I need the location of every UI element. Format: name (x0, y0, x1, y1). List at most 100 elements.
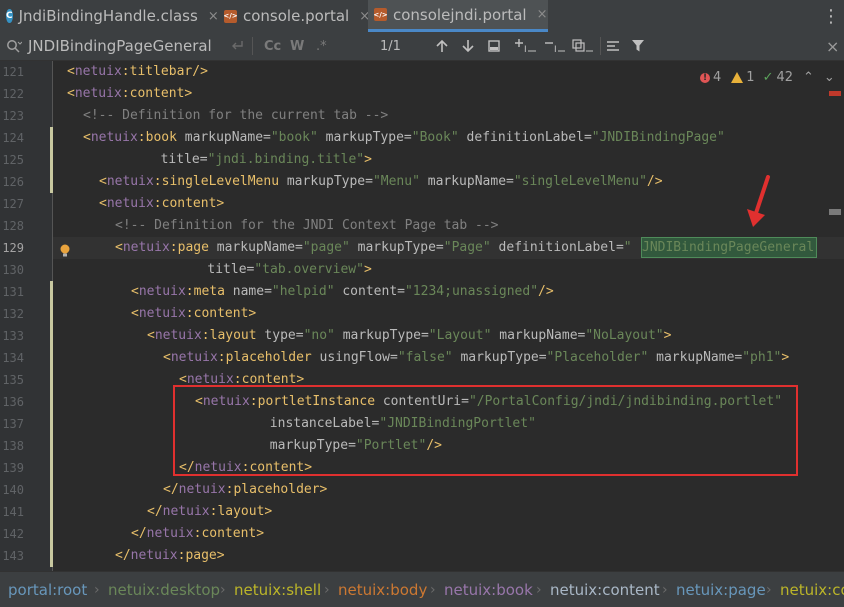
portal-file-icon: </> (373, 8, 388, 21)
code-token: content= (342, 284, 405, 299)
new-line-icon[interactable] (230, 32, 244, 60)
close-icon[interactable]: × (537, 7, 548, 22)
divider (252, 37, 253, 55)
code-line: <netuix:content> (67, 83, 192, 105)
search-input[interactable]: JNDIBindingPageGeneral (28, 32, 212, 60)
code-token: "Menu" (372, 174, 428, 189)
code-token: :singleLevelMenu (153, 174, 287, 189)
breadcrumb-item[interactable]: netuix:body (338, 572, 427, 607)
add-occurrence-icon[interactable]: I (514, 32, 538, 60)
tab-jndibindinghandle[interactable]: C JndiBindingHandle.class × (6, 0, 219, 32)
line-number: 133 (2, 329, 24, 343)
tab-console-portal[interactable]: </> console.portal × (223, 0, 370, 32)
code-token: "JNDIBindingPage" (591, 130, 725, 145)
code-token: :page (169, 240, 217, 255)
code-token: < (67, 86, 75, 101)
line-number: 142 (2, 527, 24, 541)
editor-tab-bar: C JndiBindingHandle.class × </> console.… (0, 0, 844, 33)
fold-guides (62, 65, 66, 565)
scrollbar-thumb[interactable] (829, 209, 841, 215)
inspection-widget[interactable]: ! 4 1 ✓ 42 ⌃ ⌄ (700, 70, 835, 85)
error-stripe-marker (829, 91, 841, 96)
code-token: :book (137, 130, 185, 145)
code-token: " (623, 240, 632, 255)
search-icon[interactable] (6, 32, 22, 60)
code-token: netuix (162, 504, 210, 519)
line-number: 127 (2, 197, 24, 211)
code-line: <netuix:content> (99, 193, 224, 215)
whole-word-toggle[interactable]: W (290, 32, 304, 60)
code-token: markupName= (427, 174, 514, 189)
code-token: "Layout" (428, 328, 500, 343)
code-token: netuix (122, 240, 170, 255)
annotation-arrow (747, 175, 770, 227)
filter-results-icon[interactable] (606, 32, 620, 60)
filter-icon[interactable] (632, 32, 644, 60)
line-number: 130 (2, 263, 24, 277)
code-token: < (99, 196, 107, 211)
close-find-icon[interactable]: × (826, 32, 839, 60)
tab-label: JndiBindingHandle.class (18, 7, 198, 25)
chevron-down-icon[interactable]: ⌄ (824, 70, 835, 85)
svg-text:I: I (554, 45, 557, 53)
code-token: :layout (201, 328, 265, 343)
code-token: </ (147, 504, 163, 519)
code-token: netuix (130, 548, 178, 563)
code-token: netuix (138, 306, 186, 321)
line-number: 135 (2, 373, 24, 387)
breadcrumb-item[interactable]: netuix:co (780, 572, 844, 607)
code-token: :titlebar/> (121, 64, 208, 79)
code-line: </netuix:content> (131, 523, 264, 545)
regex-toggle[interactable]: .* (316, 32, 327, 60)
close-icon[interactable]: × (208, 9, 219, 24)
code-token: <!-- Definition for the current tab --> (83, 108, 389, 123)
breadcrumb-item[interactable]: netuix:content (550, 572, 660, 607)
find-bar: JNDIBindingPageGeneral Cc W .* 1/1 I I × (0, 32, 844, 61)
code-token: netuix (138, 284, 186, 299)
code-token: netuix (90, 130, 138, 145)
chevron-up-icon[interactable]: ⌃ (803, 70, 814, 85)
match-case-toggle[interactable]: Cc (264, 32, 281, 60)
error-count: 4 (713, 70, 722, 85)
breadcrumb-separator: › (324, 581, 330, 598)
lightbulb-icon[interactable] (59, 243, 71, 262)
code-token: "false" (397, 350, 461, 365)
code-line: <!-- Definition for the current tab --> (83, 105, 388, 127)
line-number: 123 (2, 109, 24, 123)
code-token: "Book" (411, 130, 467, 145)
breadcrumb-item[interactable]: netuix:book (444, 572, 533, 607)
find-in-window-icon[interactable] (488, 32, 500, 60)
tab-consolejndi-portal[interactable]: </> consolejndi.portal × (368, 0, 548, 32)
breadcrumb-item[interactable]: netuix:page (676, 572, 766, 607)
code-token: < (131, 306, 139, 321)
code-token: "ph1" (742, 350, 782, 365)
code-line: title="tab.overview"> (207, 259, 371, 281)
line-number: 121 (2, 65, 24, 79)
breadcrumb-separator: › (766, 581, 772, 598)
code-line: <netuix:content> (131, 303, 256, 325)
remove-occurrence-icon[interactable]: I (544, 32, 566, 60)
code-token: </ (115, 548, 131, 563)
breadcrumb-item[interactable]: netuix:desktop (108, 572, 220, 607)
tab-label: consolejndi.portal (393, 5, 527, 24)
code-token: < (131, 284, 139, 299)
arrow-down-icon[interactable] (462, 32, 474, 60)
code-token: :placeholder> (225, 482, 328, 497)
search-match-text: JNDIBindingPageGeneral (642, 240, 815, 255)
code-editor[interactable]: 121 122 123 124 125 126 127 128 129 130 131 132 133 1… (0, 61, 844, 571)
breadcrumb-separator: › (536, 581, 542, 598)
more-menu-icon[interactable]: ⋮ (822, 0, 840, 32)
code-token: :meta (185, 284, 233, 299)
code-token: < (115, 240, 123, 255)
code-token: > (663, 328, 672, 343)
breadcrumb-separator: › (430, 581, 436, 598)
code-token: :content> (185, 306, 257, 321)
select-all-occurrences-icon[interactable] (572, 32, 594, 60)
breadcrumb-item[interactable]: netuix:shell (234, 572, 321, 607)
breadcrumb-item[interactable]: portal:root (8, 572, 87, 607)
code-token: > (781, 350, 790, 365)
arrow-up-icon[interactable] (436, 32, 448, 60)
line-number: 141 (2, 505, 24, 519)
line-number: 129 (2, 241, 24, 255)
breadcrumb-separator: › (662, 581, 668, 598)
